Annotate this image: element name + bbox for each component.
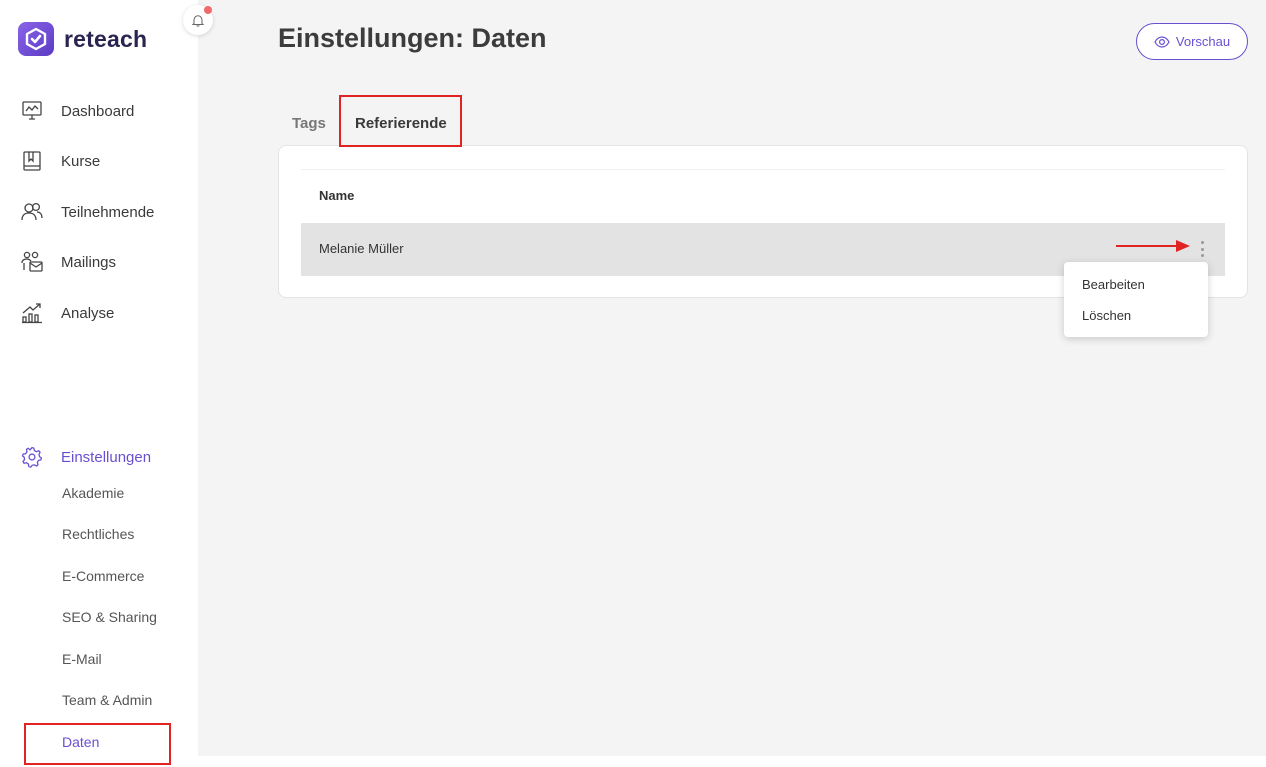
settings-item-e-mail[interactable]: E-Mail	[62, 649, 102, 669]
eye-icon	[1154, 35, 1170, 48]
settings-item-team-admin[interactable]: Team & Admin	[62, 690, 152, 710]
analytics-chart-icon	[20, 301, 44, 325]
settings-item-seo-sharing[interactable]: SEO & Sharing	[62, 607, 157, 627]
sidebar-item-label: Mailings	[61, 253, 117, 271]
logo[interactable]: reteach	[18, 22, 147, 56]
bell-icon	[192, 14, 204, 27]
sidebar-item-analyse[interactable]: Analyse	[20, 300, 114, 326]
tab-tags[interactable]: Tags	[292, 115, 326, 132]
settings-item-rechtliches[interactable]: Rechtliches	[62, 524, 134, 544]
settings-item-akademie[interactable]: Akademie	[62, 483, 124, 503]
preview-button[interactable]: Vorschau	[1136, 23, 1248, 60]
menu-item-bearbeiten[interactable]: Bearbeiten	[1082, 277, 1145, 292]
sidebar-item-kurse[interactable]: Kurse	[20, 148, 100, 174]
sidebar-item-label: Analyse	[61, 304, 115, 322]
settings-item-daten[interactable]: Daten	[62, 732, 99, 752]
users-icon	[20, 200, 44, 224]
settings-item-e-commerce[interactable]: E-Commerce	[62, 566, 144, 586]
reteach-logo-icon	[18, 22, 54, 56]
sidebar-item-dashboard[interactable]: Dashboard	[20, 98, 134, 124]
gear-icon	[20, 445, 44, 469]
column-header-name[interactable]: Name	[319, 188, 354, 203]
book-icon	[20, 149, 44, 173]
divider	[301, 169, 1225, 170]
dashboard-monitor-icon	[20, 99, 44, 123]
sidebar-item-teilnehmende[interactable]: Teilnehmende	[20, 199, 154, 225]
menu-item-loeschen[interactable]: Löschen	[1082, 308, 1131, 323]
tab-referierende[interactable]: Referierende	[355, 115, 447, 132]
annotation-arrow-icon	[1116, 240, 1190, 252]
row-name-cell: Melanie Müller	[319, 241, 404, 256]
sidebar-item-mailings[interactable]: Mailings	[20, 249, 116, 275]
sidebar-item-label: Kurse	[61, 152, 101, 170]
page-title: Einstellungen: Daten	[278, 23, 547, 53]
notification-bell-button[interactable]	[183, 5, 213, 35]
sidebar-item-label: Teilnehmende	[61, 203, 155, 221]
sidebar-item-einstellungen[interactable]: Einstellungen	[20, 444, 151, 470]
sidebar-item-label: Einstellungen	[61, 448, 152, 466]
mailing-users-icon	[20, 250, 44, 274]
row-actions-menu: Bearbeiten Löschen	[1064, 262, 1208, 337]
notification-dot	[204, 6, 212, 14]
sidebar: reteach Dashboard Kurse Teilnehmende Mai…	[0, 0, 198, 767]
logo-text: reteach	[64, 25, 148, 52]
main-content: Einstellungen: Daten Vorschau Tags Refer…	[198, 0, 1266, 756]
sidebar-item-label: Dashboard	[61, 102, 135, 120]
preview-button-label: Vorschau	[1175, 34, 1231, 49]
row-actions-kebab-icon[interactable]	[1197, 241, 1207, 257]
